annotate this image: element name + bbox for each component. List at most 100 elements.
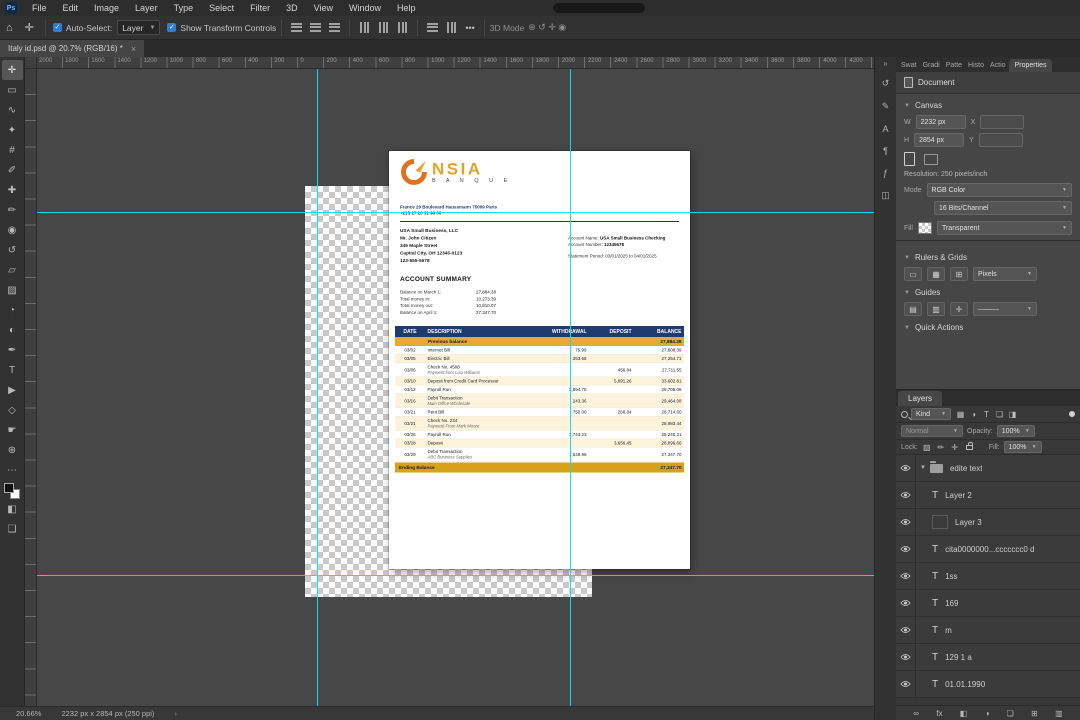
close-tab-icon[interactable]: × [131, 44, 136, 54]
filter-smart-objects-icon[interactable]: ◨ [1006, 410, 1019, 419]
align-center-horizontal-icon[interactable] [310, 23, 322, 32]
glyphs-panel-icon[interactable]: ƒ [883, 168, 888, 178]
menu-item[interactable]: View [306, 0, 341, 16]
eyedropper-tool-icon[interactable]: ✐ [2, 160, 23, 180]
blur-tool-icon[interactable]: ◔ [2, 300, 23, 320]
type-tool-icon[interactable]: T [2, 360, 23, 380]
expand-panels-icon[interactable]: » [883, 59, 887, 68]
eraser-tool-icon[interactable]: ▱ [2, 260, 23, 280]
menu-item[interactable]: Window [341, 0, 389, 16]
delete-layer-icon[interactable]: ▥ [1055, 709, 1063, 718]
panel-tab[interactable]: Gradi [920, 59, 943, 72]
opacity-field[interactable]: 100% ▼ [996, 425, 1035, 437]
lock-transparent-pixels-icon[interactable]: ▧ [922, 443, 932, 452]
pen-tool-icon[interactable]: ✒ [2, 340, 23, 360]
shape-tool-icon[interactable]: ◇ [2, 400, 23, 420]
document-tab[interactable]: Italy id.psd @ 20.7% (RGB/16) * × [0, 40, 145, 57]
layer-thumbnail[interactable]: T [932, 571, 938, 582]
home-icon[interactable]: ⌂ [0, 22, 19, 34]
layer-name[interactable]: cita0000000...ccccccc0 d [945, 545, 1034, 554]
layer-name[interactable]: 169 [945, 599, 958, 608]
vertical-guide[interactable] [570, 69, 571, 706]
layer-visibility-toggle[interactable] [896, 671, 916, 697]
fill-field[interactable]: 100% ▼ [1003, 441, 1042, 453]
toggle-rulers-icon[interactable]: ▭ [904, 267, 922, 281]
layer-row[interactable]: ▼ T 129 1 a [896, 644, 1080, 671]
canvas-pasteboard[interactable]: NSIA B A N Q U E France 29 Boulevard Hau… [37, 69, 874, 706]
layer-thumbnail[interactable] [932, 515, 948, 529]
history-panel-icon[interactable]: ↺ [882, 78, 890, 89]
layer-name[interactable]: m [945, 626, 952, 635]
auto-select-checkbox[interactable]: ✓ [52, 23, 62, 32]
align-middle-icon[interactable] [379, 22, 389, 33]
healing-brush-tool-icon[interactable]: ✚ [2, 180, 23, 200]
paragraph-panel-icon[interactable]: ¶ [883, 146, 888, 156]
layer-row[interactable]: ▼ edite text [896, 455, 1080, 482]
layer-effects-icon[interactable]: fx [936, 709, 942, 718]
clone-stamp-tool-icon[interactable]: ◉ [2, 220, 23, 240]
clear-guides-icon[interactable]: ✛ [950, 302, 968, 316]
guides-section-header[interactable]: ▼ Guides [896, 281, 1080, 300]
guide-layout-icon[interactable]: ▥ [927, 302, 945, 316]
layer-visibility-toggle[interactable] [896, 590, 916, 616]
toggle-grid-icon[interactable]: ▦ [927, 267, 945, 281]
brush-tool-icon[interactable]: ✏ [2, 200, 23, 220]
layer-thumbnail[interactable]: T [932, 652, 938, 663]
landscape-orientation-icon[interactable] [924, 153, 938, 165]
horizontal-ruler[interactable]: 2000 1800 1600 1400 1200 1000 800 600 400 200 0 200… [37, 57, 874, 69]
align-top-icon[interactable] [360, 22, 370, 33]
menu-item[interactable]: Select [201, 0, 242, 16]
layer-thumbnail[interactable]: T [932, 598, 938, 609]
tab-layers[interactable]: Layers [898, 391, 943, 406]
menu-item[interactable]: Image [86, 0, 127, 16]
toolbar-more-icon[interactable]: ⋯ [2, 460, 23, 480]
layer-row[interactable]: ▼ T 1ss [896, 563, 1080, 590]
magic-wand-tool-icon[interactable]: ✦ [2, 120, 23, 140]
color-mode-dropdown[interactable]: RGB Color ▼ [926, 183, 1072, 197]
align-right-icon[interactable] [329, 23, 341, 32]
menu-item[interactable]: Type [166, 0, 202, 16]
layer-visibility-toggle[interactable] [896, 644, 916, 670]
ruler-origin-corner[interactable] [25, 57, 37, 69]
lock-image-pixels-icon[interactable]: ✏ [936, 443, 946, 452]
menu-item[interactable]: 3D [278, 0, 306, 16]
layer-name[interactable]: Layer 3 [955, 518, 982, 527]
bank-statement-document[interactable]: NSIA B A N Q U E France 29 Boulevard Hau… [389, 151, 690, 569]
canvas-section-header[interactable]: ▼ Canvas [896, 94, 1080, 113]
lock-position-icon[interactable]: ✛ [950, 443, 960, 452]
filter-adjustment-layers-icon[interactable]: ◑ [967, 410, 980, 419]
align-bottom-icon[interactable] [398, 22, 408, 33]
layer-row[interactable]: ▼ T cita0000000...ccccccc0 d [896, 536, 1080, 563]
move-tool-icon[interactable]: ✛ [1, 60, 23, 80]
character-panel-icon[interactable]: A [882, 124, 888, 134]
path-selection-tool-icon[interactable]: ▶ [2, 380, 23, 400]
guide-style-dropdown[interactable]: ——— ▼ [973, 302, 1037, 316]
new-group-icon[interactable]: ❏ [1007, 709, 1014, 718]
menu-item[interactable]: Help [389, 0, 424, 16]
panel-tab[interactable]: Actio [987, 59, 1009, 72]
align-left-icon[interactable] [291, 23, 303, 32]
layer-thumbnail[interactable] [929, 460, 943, 473]
layer-thumbnail[interactable]: T [932, 625, 938, 636]
adjustment-layer-icon[interactable]: ◑ [985, 709, 990, 718]
layer-row[interactable]: ▼ T 01.01.1990 [896, 671, 1080, 698]
menu-item[interactable]: Layer [127, 0, 166, 16]
marquee-tool-icon[interactable]: ▭ [2, 80, 23, 100]
lasso-tool-icon[interactable]: ∿ [2, 100, 23, 120]
blend-mode-dropdown[interactable]: Normal ▼ [901, 425, 963, 437]
horizontal-guide[interactable] [37, 212, 874, 213]
rulers-grids-section-header[interactable]: ▼ Rulers & Grids [896, 246, 1080, 265]
quick-actions-section-header[interactable]: ▼ Quick Actions [896, 316, 1080, 335]
y-field[interactable] [978, 133, 1023, 147]
menu-item[interactable]: Filter [242, 0, 278, 16]
hand-tool-icon[interactable]: ☛ [2, 420, 23, 440]
dodge-tool-icon[interactable]: ◐ [2, 320, 23, 340]
filter-kind-dropdown[interactable]: Kind ▼ [911, 408, 951, 420]
screen-mode-icon[interactable]: ❏ [2, 519, 23, 539]
crop-tool-icon[interactable]: # [2, 140, 23, 160]
distribute-vertical-icon[interactable] [447, 22, 457, 33]
layer-visibility-toggle[interactable] [896, 617, 916, 643]
toggle-guides-icon[interactable]: ⊞ [950, 267, 968, 281]
vertical-guide[interactable] [317, 69, 318, 706]
fill-swatch[interactable] [917, 222, 932, 234]
